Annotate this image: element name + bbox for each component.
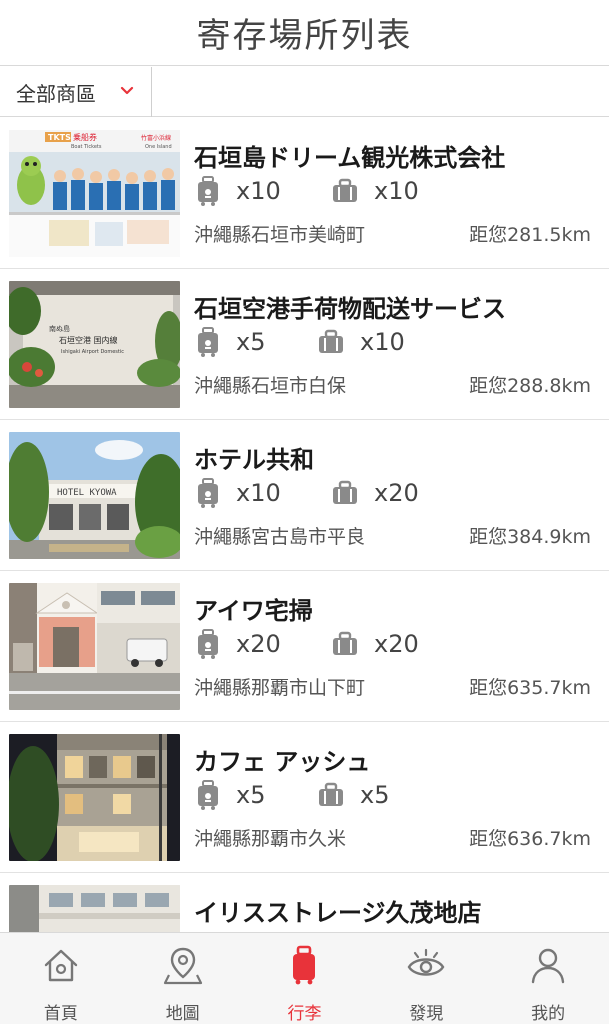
tab-label: 我的 (531, 1004, 566, 1024)
small-luggage-icon (197, 176, 219, 206)
small-luggage-icon (197, 629, 219, 659)
small-luggage-capacity: x10 (196, 176, 281, 206)
location-distance: 距您288.8km (469, 375, 591, 397)
small-luggage-capacity: x10 (196, 478, 281, 508)
large-luggage-capacity: x5 (318, 780, 389, 810)
location-title: 石垣空港手荷物配送サービス (194, 295, 506, 323)
location-photo (9, 885, 180, 932)
large-luggage-icon (318, 329, 344, 355)
small-luggage-icon (197, 478, 219, 508)
small-luggage-count: x10 (236, 479, 281, 507)
tab-discover[interactable]: 發現 (365, 933, 487, 1024)
location-photo: HOTEL KYOWA (9, 432, 180, 559)
list-item[interactable]: TKTS 乗船券 Boat Tickets 竹富小浜線 One Island 石… (0, 118, 609, 269)
large-luggage-icon (332, 480, 358, 506)
area-filter-label: 全部商區 (16, 81, 96, 106)
small-luggage-count: x5 (236, 781, 266, 809)
list-item[interactable]: カフェ アッシュ x5 x5 沖繩縣那覇市久米 距您636.7km (0, 722, 609, 873)
tab-label: 首頁 (43, 1004, 78, 1024)
app-header: 寄存場所列表 (0, 0, 609, 66)
list-item[interactable]: イリスストレージ久茂地店 (0, 873, 609, 932)
large-luggage-capacity: x20 (332, 629, 419, 659)
tab-label: 行李 (287, 1004, 322, 1024)
location-title: ホテル共和 (194, 446, 314, 474)
photo-sign-airport: 石垣空港 国内線 (59, 335, 118, 345)
small-luggage-count: x5 (236, 328, 266, 356)
location-address: 沖繩縣石垣市美崎町 (194, 224, 366, 246)
photo-sign-island: One Island (145, 144, 172, 150)
location-address: 沖繩縣宮古島市平良 (194, 526, 366, 548)
tab-home[interactable]: 首頁 (0, 933, 122, 1024)
large-luggage-icon (332, 631, 358, 657)
large-luggage-count: x20 (374, 630, 419, 658)
large-luggage-capacity: x10 (318, 327, 405, 357)
large-luggage-count: x10 (360, 328, 405, 356)
small-luggage-count: x10 (236, 177, 281, 205)
location-photo (9, 734, 180, 861)
tab-map[interactable]: 地圖 (122, 933, 244, 1024)
location-distance: 距您384.9km (469, 526, 591, 548)
tab-luggage[interactable]: 行李 (244, 933, 366, 1024)
photo-sign-painuxima: 南ぬ島 (49, 324, 70, 333)
photo-sign-route: 竹富小浜線 (141, 134, 171, 142)
location-title: 石垣島ドリーム観光株式会社 (194, 144, 506, 172)
large-luggage-count: x5 (360, 781, 390, 809)
photo-sign-hotel: HOTEL KYOWA (57, 488, 117, 498)
bottom-tab-bar: 首頁 地圖 行李 發現 我的 (0, 932, 609, 1024)
tab-label: 發現 (409, 1004, 444, 1024)
small-luggage-icon (197, 780, 219, 810)
large-luggage-icon (332, 178, 358, 204)
photo-sign-ticket: 乗船券 (73, 132, 97, 142)
chevron-down-icon (120, 86, 134, 95)
small-luggage-capacity: x5 (196, 327, 265, 357)
small-luggage-capacity: x20 (196, 629, 281, 659)
photo-sign-airport-en: Ishigaki Airport Domestic (61, 349, 124, 355)
storage-location-list: TKTS 乗船券 Boat Tickets 竹富小浜線 One Island 石… (0, 118, 609, 932)
large-luggage-count: x20 (374, 479, 419, 507)
location-distance: 距您281.5km (469, 224, 591, 246)
map-pin-icon (163, 947, 202, 985)
small-luggage-capacity: x5 (196, 780, 265, 810)
list-item[interactable]: アイワ宅掃 x20 x20 沖繩縣那覇市山下町 距您635.7km (0, 571, 609, 722)
location-distance: 距您635.7km (469, 677, 591, 699)
list-item[interactable]: HOTEL KYOWA ホテル共和 x10 x20 沖繩縣宮古島市平良 距您38… (0, 420, 609, 571)
eye-icon (407, 948, 445, 976)
location-title: イリスストレージ久茂地店 (194, 899, 482, 927)
location-address: 沖繩縣石垣市白保 (194, 375, 347, 397)
location-address: 沖繩縣那覇市久米 (194, 828, 347, 850)
large-luggage-count: x10 (374, 177, 419, 205)
large-luggage-capacity: x20 (332, 478, 419, 508)
location-distance: 距您636.7km (469, 828, 591, 850)
large-luggage-icon (318, 782, 344, 808)
small-luggage-icon (197, 327, 219, 357)
location-address: 沖繩縣那覇市山下町 (194, 677, 366, 699)
tab-label: 地圖 (165, 1004, 200, 1024)
page-title: 寄存場所列表 (196, 16, 413, 56)
large-luggage-capacity: x10 (332, 176, 419, 206)
location-photo (9, 583, 180, 710)
luggage-icon (293, 945, 316, 985)
user-icon (531, 948, 565, 984)
filter-bar: 全部商區 (0, 67, 609, 117)
tab-profile[interactable]: 我的 (487, 933, 609, 1024)
location-photo: TKTS 乗船券 Boat Tickets 竹富小浜線 One Island (9, 130, 180, 257)
location-title: カフェ アッシュ (194, 748, 371, 776)
location-photo: 南ぬ島 石垣空港 国内線 Ishigaki Airport Domestic (9, 281, 180, 408)
home-icon (44, 949, 78, 982)
small-luggage-count: x20 (236, 630, 281, 658)
photo-sign-boat-tickets: Boat Tickets (71, 144, 102, 150)
area-filter-dropdown[interactable]: 全部商區 (0, 67, 152, 117)
location-title: アイワ宅掃 (194, 597, 313, 625)
list-item[interactable]: 南ぬ島 石垣空港 国内線 Ishigaki Airport Domestic 石… (0, 269, 609, 420)
photo-sign-tkts: TKTS (48, 133, 71, 142)
